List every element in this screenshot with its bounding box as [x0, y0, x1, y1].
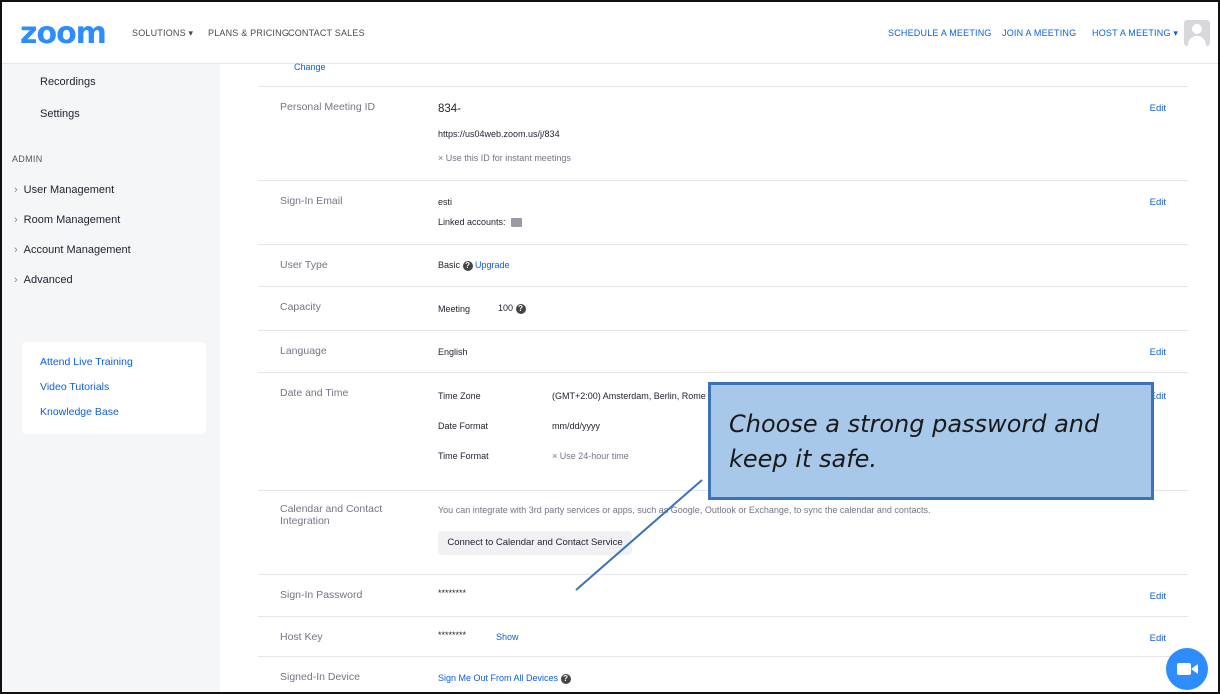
datetime-label: Date and Time — [280, 387, 349, 399]
pmi-value: 834- — [438, 103, 462, 115]
capacity-label: Capacity — [280, 301, 321, 313]
time-format-label: Time Format — [438, 451, 489, 461]
user-type-text: Basic — [438, 260, 461, 270]
row-calendar-integration: Calendar and Contact Integration You can… — [258, 490, 1188, 574]
change-photo-link[interactable]: Change — [294, 62, 326, 72]
browser-frame: zoom SOLUTIONS ▾ PLANS & PRICING CONTACT… — [0, 0, 1220, 694]
language-edit-button[interactable]: Edit — [1150, 347, 1166, 358]
sign-out-all-devices-link[interactable]: Sign Me Out From All Devices — [438, 673, 558, 683]
language-value: English — [438, 347, 468, 357]
question-circle-icon[interactable]: ? — [515, 303, 526, 314]
row-capacity: Capacity Meeting 100 ? — [258, 286, 1188, 330]
nav-contact-sales[interactable]: CONTACT SALES — [288, 28, 365, 38]
sidebar-item-settings[interactable]: Settings — [40, 108, 80, 120]
nav-host-meeting[interactable]: HOST A MEETING ▾ — [1092, 28, 1178, 39]
link-video-tutorials[interactable]: Video Tutorials — [40, 381, 109, 393]
link-attend-live-training[interactable]: Attend Live Training — [40, 356, 133, 368]
time-format-option[interactable]: × Use 24-hour time — [552, 451, 629, 461]
x-icon: × — [438, 153, 444, 163]
capacity-number: 100 — [498, 303, 514, 313]
linked-accounts-label: Linked accounts: — [438, 217, 506, 227]
row-sign-in-email: Sign-In Email esti Linked accounts: Edit — [258, 180, 1188, 244]
signout-devices: Sign Me Out From All Devices ? — [438, 673, 571, 684]
pmi-edit-button[interactable]: Edit — [1150, 103, 1166, 114]
capacity-value: 100 ? — [498, 303, 526, 314]
top-navigation: zoom SOLUTIONS ▾ PLANS & PRICING CONTACT… — [2, 2, 1218, 64]
sidebar-item-recordings[interactable]: Recordings — [40, 76, 96, 88]
password-label: Sign-In Password — [280, 589, 363, 601]
sidebar-item-room-management[interactable]: › Room Management — [14, 214, 120, 226]
sidebar-item-label: User Management — [23, 184, 115, 196]
sidebar-item-user-management[interactable]: › User Management — [14, 184, 114, 196]
pmi-instant-label: Use this ID for instant meetings — [445, 153, 571, 163]
linked-account-icon[interactable] — [511, 218, 523, 228]
row-host-key: Host Key ******** Show Edit — [258, 616, 1188, 656]
sidebar-item-label: Account Management — [23, 244, 131, 256]
nav-plans-pricing[interactable]: PLANS & PRICING — [208, 28, 289, 38]
question-circle-icon[interactable]: ? — [462, 260, 473, 271]
callout-box: Choose a strong password and keep it saf… — [708, 382, 1154, 500]
row-user-type: User Type Basic ? Upgrade — [258, 244, 1188, 286]
nav-join-meeting[interactable]: JOIN A MEETING — [1002, 28, 1076, 38]
row-sign-in-password: Sign-In Password ******** Edit — [258, 574, 1188, 616]
row-language: Language English Edit — [258, 330, 1188, 372]
row-signed-in-device: Signed-In Device Sign Me Out From All De… — [258, 656, 1188, 692]
sidebar-item-account-management[interactable]: › Account Management — [14, 244, 131, 256]
pmi-label: Personal Meeting ID — [280, 101, 376, 113]
time-zone-value: (GMT+2:00) Amsterdam, Berlin, Rome — [552, 391, 706, 401]
question-circle-icon[interactable]: ? — [560, 673, 571, 684]
chevron-right-icon: › — [14, 244, 18, 256]
host-key-value: ******** — [438, 630, 467, 640]
sidebar: Recordings Settings ADMIN › User Manageme… — [2, 64, 220, 692]
zoom-video-chat-icon[interactable] — [1166, 648, 1208, 690]
chevron-right-icon: › — [14, 184, 18, 196]
nav-schedule-meeting[interactable]: SCHEDULE A MEETING — [888, 28, 992, 38]
user-type-label: User Type — [280, 259, 328, 271]
password-edit-button[interactable]: Edit — [1150, 591, 1166, 602]
help-links-card: Attend Live Training Video Tutorials Kno… — [22, 342, 206, 434]
email-value: esti — [438, 197, 453, 207]
user-avatar-icon[interactable] — [1184, 20, 1210, 46]
language-label: Language — [280, 345, 327, 357]
date-format-value: mm/dd/yyyy — [552, 421, 601, 431]
capacity-meeting-label: Meeting — [438, 304, 471, 314]
sidebar-item-label: Advanced — [23, 274, 73, 286]
calendar-description: You can integrate with 3rd party service… — [438, 505, 931, 515]
sidebar-admin-heading: ADMIN — [12, 154, 43, 164]
callout-text: Choose a strong password and keep it saf… — [729, 410, 1100, 473]
chevron-right-icon: › — [14, 214, 18, 226]
calendar-label: Calendar and Contact Integration — [280, 503, 383, 527]
pmi-instant-option[interactable]: × Use this ID for instant meetings — [438, 153, 571, 163]
host-key-edit-button[interactable]: Edit — [1150, 633, 1166, 644]
sidebar-item-label: Room Management — [23, 214, 121, 226]
profile-settings: Change Personal Meeting ID 834- https://… — [220, 62, 1218, 692]
time-zone-label: Time Zone — [438, 391, 481, 401]
date-format-label: Date Format — [438, 421, 489, 431]
zoom-logo[interactable]: zoom — [20, 16, 107, 51]
connect-calendar-button[interactable]: Connect to Calendar and Contact Service — [438, 531, 632, 555]
email-label: Sign-In Email — [280, 195, 343, 207]
device-label: Signed-In Device — [280, 671, 360, 683]
chevron-right-icon: › — [14, 274, 18, 286]
show-host-key-link[interactable]: Show — [496, 632, 519, 642]
nav-solutions[interactable]: SOLUTIONS ▾ — [132, 28, 193, 39]
email-edit-button[interactable]: Edit — [1150, 197, 1166, 208]
host-key-label: Host Key — [280, 631, 323, 643]
linked-accounts: Linked accounts: — [438, 217, 523, 228]
row-personal-meeting-id: Personal Meeting ID 834- https://us04web… — [258, 86, 1188, 180]
pmi-url: https://us04web.zoom.us/j/834 — [438, 129, 560, 139]
x-icon: × — [552, 451, 558, 461]
sidebar-item-advanced[interactable]: › Advanced — [14, 274, 73, 286]
time-format-value: Use 24-hour time — [559, 451, 629, 461]
password-value: ******** — [438, 588, 467, 598]
user-type-value: Basic ? Upgrade — [438, 260, 510, 271]
upgrade-link[interactable]: Upgrade — [475, 260, 510, 270]
link-knowledge-base[interactable]: Knowledge Base — [40, 406, 119, 418]
